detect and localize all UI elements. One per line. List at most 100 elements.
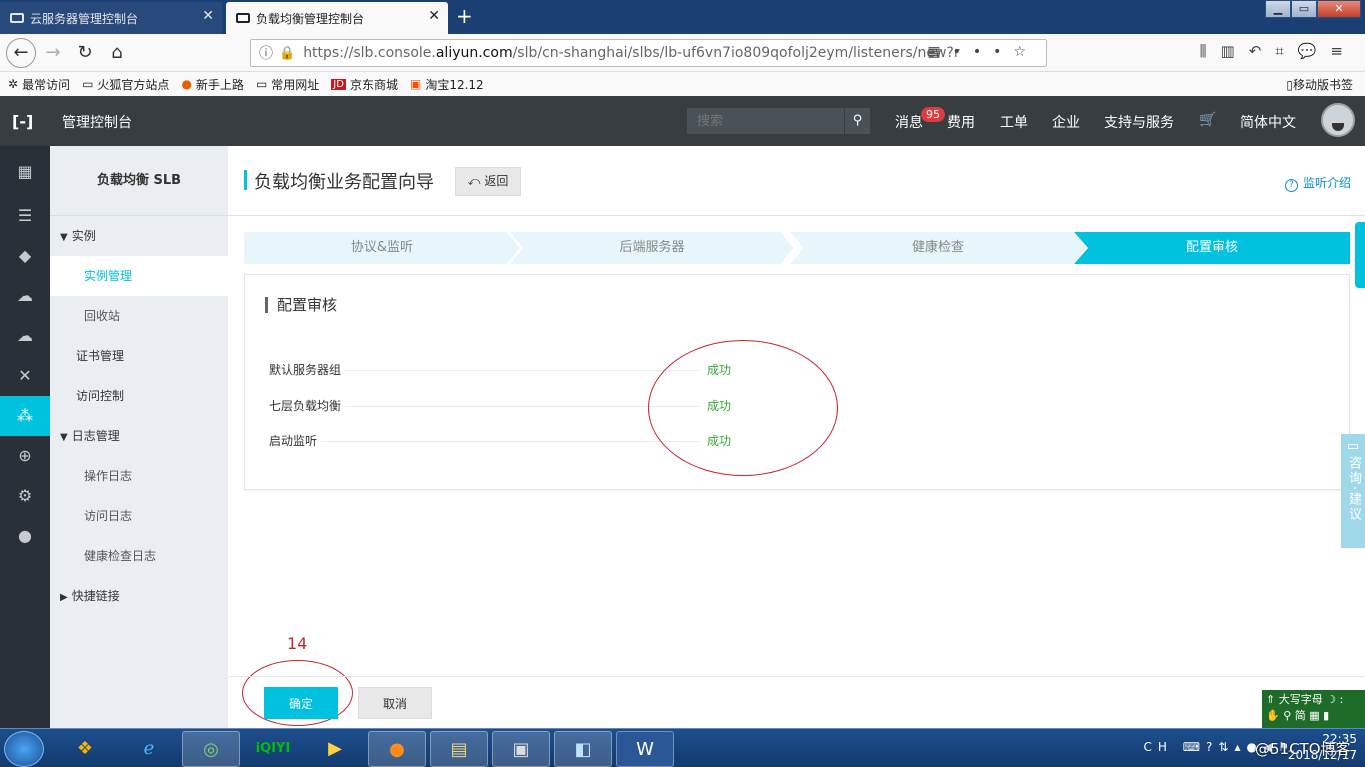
settings-icon[interactable]: ⚙ <box>0 476 50 516</box>
up-arrow-icon[interactable]: ▴ <box>1234 740 1246 754</box>
browser-toolbar-right: ⫼▥↶⌗💬≡ <box>1200 42 1357 60</box>
explorer-folder-icon[interactable]: ▤ <box>430 731 488 767</box>
screenshot-icon[interactable]: ⌗ <box>1275 42 1297 60</box>
menu-item-certificates[interactable]: 证书管理 <box>50 336 228 376</box>
chat-icon: ▭ <box>1346 439 1360 454</box>
menu-item-access-logs[interactable]: 访问日志 <box>50 496 228 536</box>
help-icon[interactable]: ? <box>1206 740 1218 754</box>
globe-icon[interactable]: ⊕ <box>0 436 50 476</box>
network-icon[interactable]: ✕ <box>0 356 50 396</box>
console-title[interactable]: 管理控制台 <box>62 112 132 132</box>
word-icon[interactable]: W <box>616 731 674 767</box>
mobile-bookmarks[interactable]: ▯移动版书签 <box>1286 76 1353 93</box>
grid-icon[interactable]: ▦ <box>0 152 50 192</box>
message-badge: 95 <box>921 107 945 122</box>
search-icon[interactable]: ⚲ <box>844 108 870 134</box>
product-icon-sidebar: ▦ ☰ ◆ ☁ ☁ ✕ ⁂ ⊕ ⚙ ● <box>0 146 50 728</box>
phone-icon: ▯ <box>1286 78 1293 92</box>
screenshot-tool-icon[interactable]: ◧ <box>554 731 612 767</box>
menu-item-instance-management[interactable]: 实例管理 <box>50 256 228 296</box>
step-health-check: 健康检查 <box>790 232 1086 264</box>
menu-icon[interactable]: ≡ <box>1330 42 1357 60</box>
firefox-icon[interactable]: ● <box>368 731 426 767</box>
circle-icon[interactable]: ● <box>0 516 50 556</box>
bookmark-item[interactable]: ● 新手上路 <box>181 76 244 93</box>
menu-item-operation-logs[interactable]: 操作日志 <box>50 456 228 496</box>
side-panel-handle[interactable] <box>1355 222 1365 288</box>
tab-title: 云服务器管理控制台 <box>30 11 139 26</box>
new-tab-button[interactable]: + <box>456 4 473 28</box>
remote-desktop-icon[interactable]: ▣ <box>492 731 550 767</box>
menu-item-access-control[interactable]: 访问控制 <box>50 376 228 416</box>
windows-taskbar: ❖ ℯ ◎ iQIYI ▶ ● ▤ ▣ ◧ W CH ⌨?⇅▴●◀⚑ 22:35… <box>0 728 1365 767</box>
nav-support[interactable]: 支持与服务 <box>1104 112 1174 132</box>
menu-item-health-check-logs[interactable]: 健康检查日志 <box>50 536 228 576</box>
chat-icon[interactable]: 💬 <box>1298 42 1331 60</box>
info-icon[interactable]: ⓘ <box>259 43 273 63</box>
network-icon[interactable]: ⇅ <box>1218 740 1234 754</box>
nav-enterprise[interactable]: 企业 <box>1052 112 1080 132</box>
maximize-icon[interactable]: ▭ <box>1291 0 1317 18</box>
close-tab-icon[interactable]: ✕ <box>428 8 440 24</box>
cloud-upload-icon[interactable]: ☁ <box>0 316 50 356</box>
browser-tab-ecs[interactable]: 云服务器管理控制台 ✕ <box>0 2 222 34</box>
consult-advice-button[interactable]: ▭ 咨询·建议 <box>1341 434 1365 548</box>
back-icon[interactable]: ← <box>6 38 36 68</box>
browser-tab-slb[interactable]: 负载均衡管理控制台 ✕ <box>226 2 448 34</box>
cancel-button[interactable]: 取消 <box>358 687 432 719</box>
ime-toolbar[interactable]: ⇑ 大写字母 ☽ ꞉ ✋ ⚲ 简 ▦ ▮ <box>1262 690 1365 728</box>
ie-icon[interactable]: ℯ <box>120 731 178 767</box>
library-icon[interactable]: ⫼ <box>1200 42 1221 60</box>
nav-billing[interactable]: 费用 <box>947 112 975 132</box>
bookmark-item[interactable]: ▣ 淘宝12.12 <box>410 76 484 93</box>
back-button[interactable]: ⤺ 返回 <box>455 167 521 196</box>
sidebar-icon[interactable]: ▥ <box>1221 42 1249 60</box>
browser-360-icon[interactable]: ◎ <box>182 731 240 767</box>
console-header: [-] 管理控制台 ⚲ 消息 费用 工单 企业 支持与服务 🛒 简体中文 <box>0 96 1365 146</box>
cloud-icon[interactable]: ☁ <box>0 276 50 316</box>
video-player-icon[interactable]: ▶ <box>306 731 364 767</box>
more-icon[interactable]: ••• <box>953 44 1014 60</box>
reload-icon[interactable]: ↻ <box>74 42 96 64</box>
ok-button[interactable]: 确定 <box>264 687 338 719</box>
listener-help-link[interactable]: ? 监听介绍 <box>1284 174 1351 192</box>
bookmark-item[interactable]: ✲ 最常访问 <box>8 76 70 93</box>
nav-tickets[interactable]: 工单 <box>1000 112 1028 132</box>
start-button[interactable] <box>4 731 44 767</box>
undo-icon[interactable]: ↶ <box>1249 42 1276 60</box>
url-bar[interactable]: ⓘ 🔒 https://slb.console.aliyun.com/slb/c… <box>250 39 1047 67</box>
menu-item-recycle-bin[interactable]: 回收站 <box>50 296 228 336</box>
close-tab-icon[interactable]: ✕ <box>202 8 214 24</box>
menu-group-instances[interactable]: ▼ 实例 <box>50 216 228 256</box>
forward-icon[interactable]: → <box>42 42 64 64</box>
minimize-icon[interactable]: ▁ <box>1265 0 1291 18</box>
menu-title: 负载均衡 SLB <box>50 146 228 216</box>
result-row: 默认服务器组 成功 <box>269 361 929 381</box>
firefox-icon: ● <box>181 77 192 91</box>
bookmark-star-icon[interactable]: ☆ <box>1013 44 1038 60</box>
bookmark-item[interactable]: ▭ 火狐官方站点 <box>82 76 169 93</box>
shield-icon[interactable]: ◆ <box>0 236 50 276</box>
result-label: 七层负载均衡 <box>269 397 346 414</box>
iqiyi-icon[interactable]: iQIYI <box>244 731 302 767</box>
search-input[interactable] <box>687 108 843 134</box>
nav-language[interactable]: 简体中文 <box>1240 112 1296 132</box>
home-icon[interactable]: ⌂ <box>106 42 128 64</box>
keyboard-icon[interactable]: ⌨ <box>1183 740 1206 754</box>
menu-group-shortcuts[interactable]: ▶ 快捷链接 <box>50 576 228 616</box>
bookmarks-bar: ✲ 最常访问 ▭ 火狐官方站点 ● 新手上路 ▭ 常用网址 JD 京东商城 ▣ 淘宝12.1… <box>0 72 1365 96</box>
lock-icon: 🔒 <box>279 45 296 61</box>
close-window-icon[interactable]: ✕ <box>1317 0 1361 18</box>
watermark: @51CTO博客 <box>1255 740 1351 758</box>
slb-icon[interactable]: ⁂ <box>0 396 50 436</box>
qr-code-icon[interactable]: ▦ <box>927 44 952 60</box>
media-center-icon[interactable]: ❖ <box>56 731 114 767</box>
bookmark-item[interactable]: ▭ 常用网址 <box>256 76 319 93</box>
bookmark-item[interactable]: JD 京东商城 <box>331 76 398 93</box>
cart-icon[interactable]: 🛒 <box>1199 112 1216 128</box>
list-icon[interactable]: ☰ <box>0 196 50 236</box>
nav-messages[interactable]: 消息 <box>895 112 923 132</box>
avatar[interactable] <box>1321 103 1355 137</box>
menu-group-logs[interactable]: ▼ 日志管理 <box>50 416 228 456</box>
aliyun-logo-icon[interactable]: [-] <box>12 112 33 131</box>
